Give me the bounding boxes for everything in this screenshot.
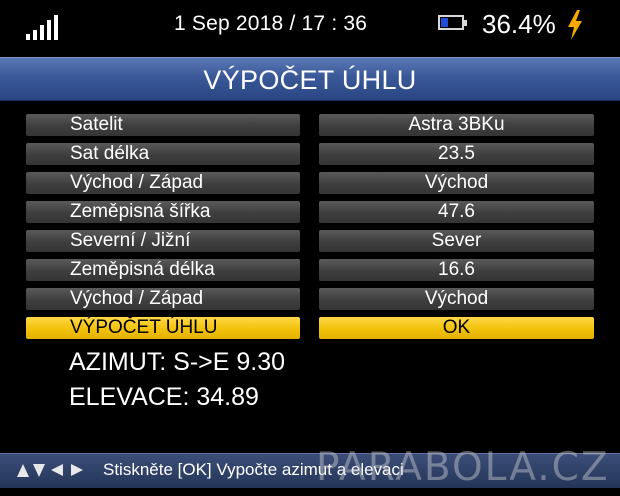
row-label-satellite[interactable]: Satelit — [26, 114, 300, 136]
row-value-sat-longitude[interactable]: 23.5 — [319, 143, 594, 165]
signal-strength-icon — [26, 14, 60, 40]
row-value-sat-east-west[interactable]: Východ — [319, 172, 594, 194]
title-bar: VÝPOČET ÚHLU — [0, 57, 620, 101]
page-title: VÝPOČET ÚHLU — [203, 65, 417, 95]
row-value-east-west[interactable]: Východ — [319, 288, 594, 310]
row-label-sat-longitude[interactable]: Sat délka — [26, 143, 300, 165]
row-label-longitude[interactable]: Zeměpisná délka — [26, 259, 300, 281]
row-value-longitude[interactable]: 16.6 — [319, 259, 594, 281]
row-label-sat-east-west[interactable]: Východ / Západ — [26, 172, 300, 194]
status-bar: 1 Sep 2018 / 17 : 36 36.4% — [0, 0, 620, 52]
elevation-result: ELEVACE: 34.89 — [69, 383, 259, 411]
watermark: PARABOLA.CZ — [316, 445, 610, 490]
row-label-east-west[interactable]: Východ / Západ — [26, 288, 300, 310]
datetime: 1 Sep 2018 / 17 : 36 — [174, 12, 368, 35]
row-value-satellite[interactable]: Astra 3BKu — [319, 114, 594, 136]
row-value-latitude[interactable]: 47.6 — [319, 201, 594, 223]
battery-percent: 36.4% — [482, 9, 556, 39]
azimuth-result: AZIMUT: S->E 9.30 — [69, 348, 286, 376]
row-label-north-south[interactable]: Severní / Jižní — [26, 230, 300, 252]
navigation-arrows-icon — [17, 464, 83, 477]
calculate-angle-button[interactable]: VÝPOČET ÚHLU — [26, 317, 300, 339]
ok-button[interactable]: OK — [319, 317, 594, 339]
charging-bolt-icon — [568, 10, 582, 40]
row-value-north-south[interactable]: Sever — [319, 230, 594, 252]
row-label-latitude[interactable]: Zeměpisná šířka — [26, 201, 300, 223]
battery-icon — [438, 15, 467, 30]
